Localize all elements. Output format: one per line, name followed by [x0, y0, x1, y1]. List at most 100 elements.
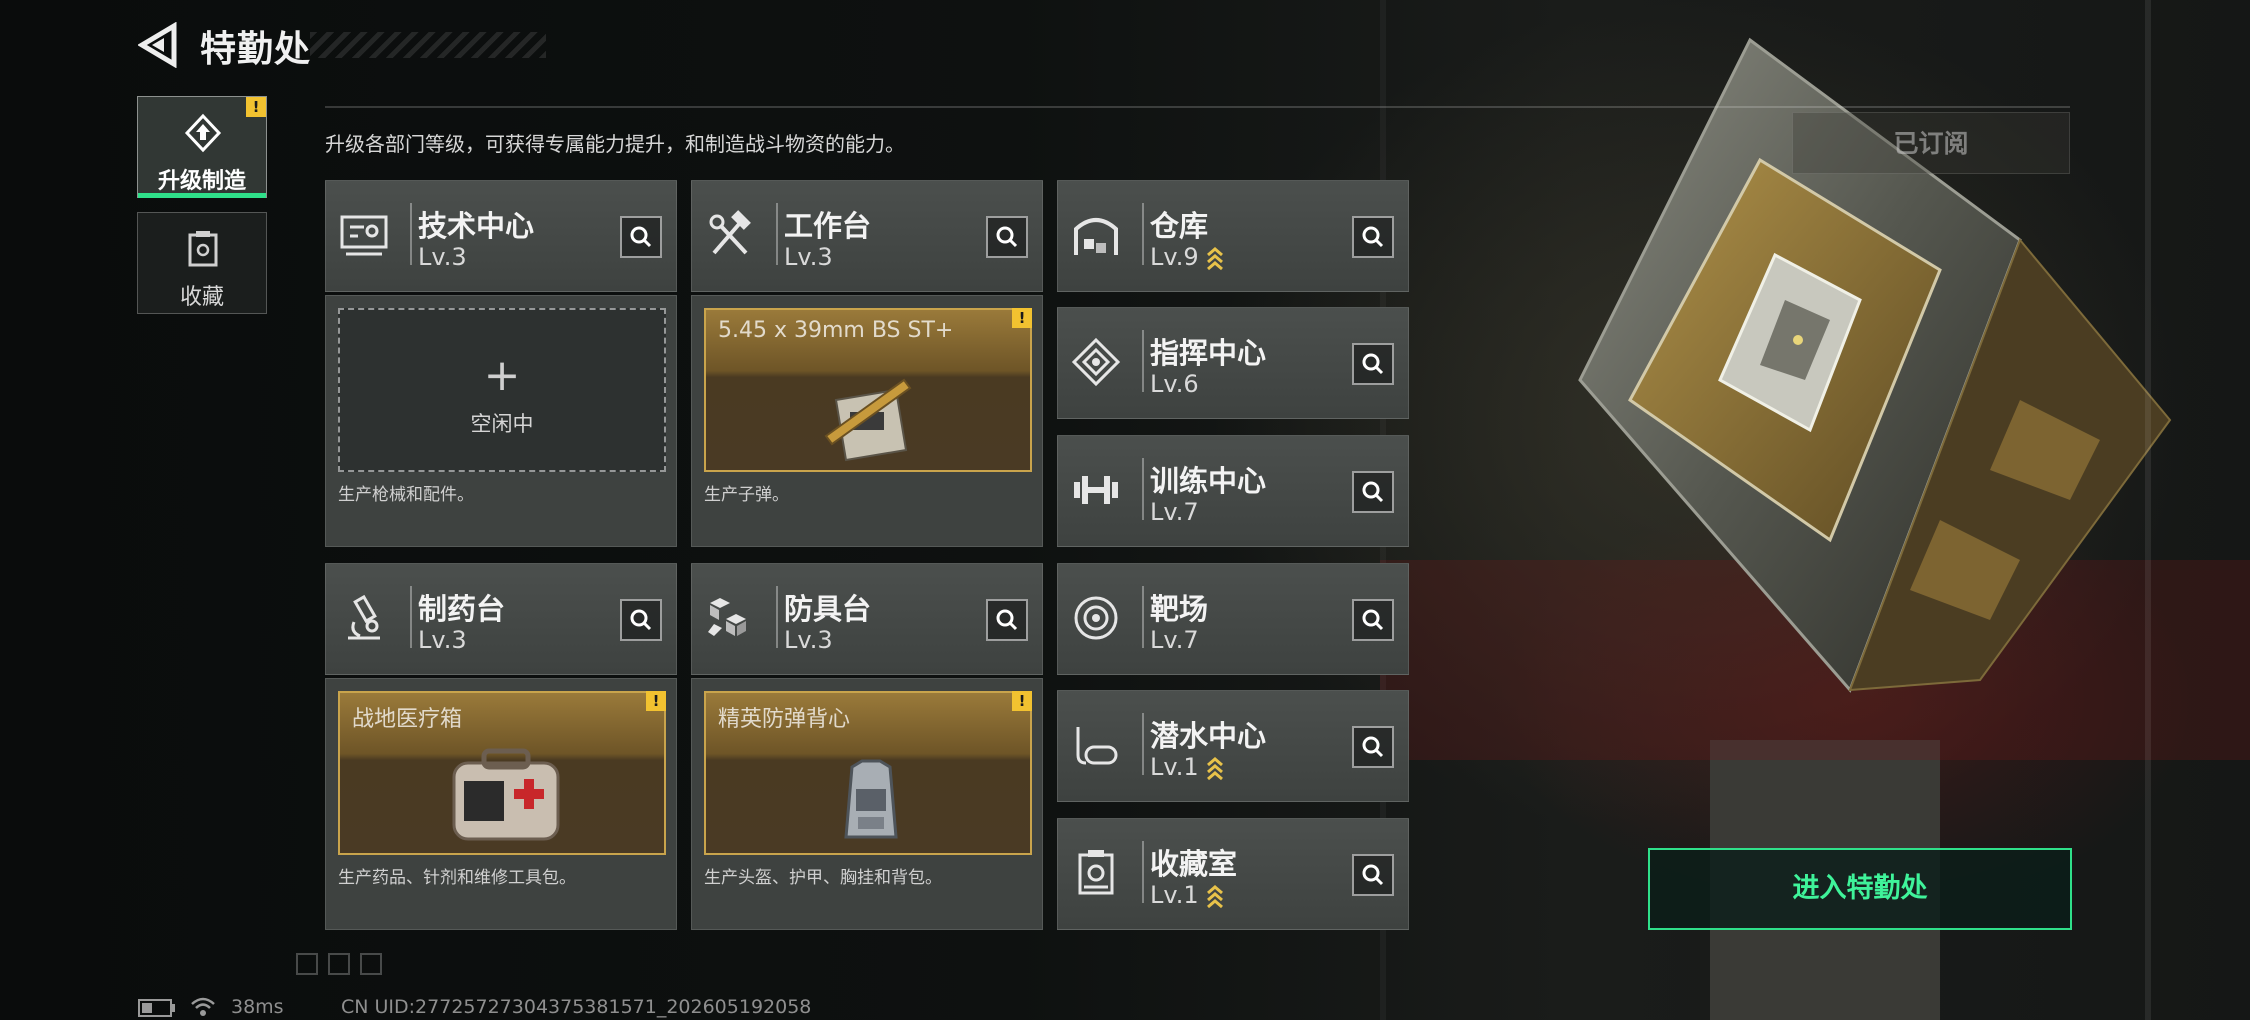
tab-collection[interactable]: 收藏 — [137, 212, 267, 314]
facility-name: 工作台 — [784, 209, 872, 243]
search-button[interactable] — [986, 599, 1028, 641]
ammo-box-icon — [824, 378, 912, 462]
facility-warehouse[interactable]: 仓库 Lv.9 — [1057, 180, 1409, 292]
facility-diving-center[interactable]: 潜水中心 Lv.1 — [1057, 690, 1409, 802]
head-divider — [410, 203, 412, 265]
production-description: 生产药品、针剂和维修工具包。 — [338, 868, 576, 888]
collection-room-icon — [1078, 850, 1114, 895]
facility-command-center[interactable]: 指挥中心 Lv.6 — [1057, 307, 1409, 419]
facility-tech-center[interactable]: 技术中心 Lv.3 — [325, 180, 677, 292]
head-divider — [410, 586, 412, 648]
search-icon — [1362, 353, 1384, 375]
command-chip-icon — [1071, 337, 1121, 387]
search-button[interactable] — [1352, 726, 1394, 768]
cubes-icon — [708, 598, 746, 636]
search-icon — [1362, 864, 1384, 886]
search-button[interactable] — [1352, 343, 1394, 385]
level-upgrade-chevron-icon — [1207, 247, 1223, 271]
dumbbell-icon — [1074, 476, 1118, 504]
page-description: 升级各部门等级，可获得专属能力提升，和制造战斗物资的能力。 — [325, 132, 905, 156]
facility-name: 靶场 — [1150, 592, 1209, 626]
search-icon — [1362, 481, 1384, 503]
vest-icon — [844, 759, 898, 839]
search-button[interactable] — [1352, 216, 1394, 258]
idle-label: 空闲中 — [470, 412, 534, 436]
search-button[interactable] — [1352, 854, 1394, 896]
facility-armor-bench[interactable]: 防具台 Lv.3 — [691, 563, 1043, 675]
tab-upgrade-craft-label: 升级制造 — [157, 169, 246, 194]
idle-slot[interactable]: + 空闲中 — [338, 308, 666, 472]
wifi-icon — [191, 997, 215, 1016]
target-icon — [1074, 596, 1118, 640]
search-icon — [996, 609, 1018, 631]
search-button[interactable] — [1352, 471, 1394, 513]
facility-name: 仓库 — [1150, 209, 1209, 243]
facility-level: Lv.3 — [418, 626, 467, 654]
search-icon — [1362, 736, 1384, 758]
search-button[interactable] — [620, 216, 662, 258]
alert-badge: ! — [1012, 308, 1032, 328]
facility-name: 指挥中心 — [1150, 336, 1267, 370]
level-upgrade-chevron-icon — [1207, 757, 1223, 781]
tab-upgrade-craft[interactable]: 升级制造 ! — [137, 96, 267, 198]
facility-shooting-range[interactable]: 靶场 Lv.7 — [1057, 563, 1409, 675]
head-divider — [1142, 458, 1144, 520]
enter-special-ops-button[interactable]: 进入特勤处 — [1648, 848, 2072, 930]
item-name: 精英防弹背心 — [718, 707, 851, 732]
battery-icon — [138, 999, 175, 1017]
production-description: 生产头盔、护甲、胸挂和背包。 — [704, 868, 942, 888]
search-icon — [630, 226, 652, 248]
ping-readout: 38ms — [231, 996, 284, 1018]
search-icon — [1362, 226, 1384, 248]
production-slot[interactable]: 精英防弹背心 ! — [704, 691, 1032, 855]
microscope-icon — [348, 594, 380, 640]
head-divider — [776, 586, 778, 648]
facility-name: 防具台 — [784, 592, 872, 626]
search-button[interactable] — [620, 599, 662, 641]
back-arrow-icon[interactable] — [138, 22, 180, 68]
page-title: 特勤处 — [200, 29, 312, 70]
production-panel-armor-bench: 精英防弹背心 ! 生产头盔、护甲、胸挂和背包。 — [691, 678, 1043, 930]
facility-level: Lv.1 — [1150, 881, 1199, 909]
production-panel-workbench: 5.45 x 39mm BS ST+ ! 生产子弹。 — [691, 295, 1043, 547]
facility-name: 潜水中心 — [1150, 719, 1267, 753]
medkit-icon — [452, 748, 560, 841]
facility-level: Lv.7 — [1150, 626, 1199, 654]
facility-name: 训练中心 — [1150, 464, 1267, 498]
facility-level: Lv.6 — [1150, 370, 1199, 398]
facility-level: Lv.9 — [1150, 243, 1199, 271]
facility-collection-room[interactable]: 收藏室 Lv.1 — [1057, 818, 1409, 930]
facility-level: Lv.7 — [1150, 498, 1199, 526]
search-button[interactable] — [986, 216, 1028, 258]
facility-level: Lv.1 — [1150, 753, 1199, 781]
add-production-plus: + — [483, 350, 521, 401]
production-description: 生产枪械和配件。 — [338, 485, 474, 505]
alert-badge: ! — [646, 691, 666, 711]
facility-pharmacy[interactable]: 制药台 Lv.3 — [325, 563, 677, 675]
item-name: 战地医疗箱 — [352, 707, 463, 732]
head-divider — [1142, 713, 1144, 775]
production-slot[interactable]: 战地医疗箱 ! — [338, 691, 666, 855]
search-icon — [1362, 609, 1384, 631]
level-upgrade-chevron-icon — [1207, 885, 1223, 909]
search-button[interactable] — [1352, 599, 1394, 641]
search-icon — [996, 226, 1018, 248]
production-description: 生产子弹。 — [704, 485, 789, 505]
head-divider — [1142, 586, 1144, 648]
header-divider — [325, 106, 2070, 108]
facility-training-center[interactable]: 训练中心 Lv.7 — [1057, 435, 1409, 547]
production-panel-tech-center: + 空闲中 生产枪械和配件。 — [325, 295, 677, 547]
active-tab-indicator — [138, 193, 266, 198]
facility-level: Lv.3 — [418, 243, 467, 271]
facility-workbench[interactable]: 工作台 Lv.3 — [691, 180, 1043, 292]
upgrade-icon — [184, 113, 222, 153]
collection-icon — [188, 231, 218, 267]
facility-name: 收藏室 — [1150, 847, 1238, 881]
diving-mask-icon — [1076, 727, 1118, 765]
production-slot[interactable]: 5.45 x 39mm BS ST+ ! — [704, 308, 1032, 472]
subscribed-button[interactable]: 已订阅 — [1792, 112, 2070, 174]
decorative-marks — [296, 953, 382, 975]
head-divider — [1142, 330, 1144, 392]
title-decoration — [310, 32, 546, 58]
tab-collection-label: 收藏 — [179, 285, 224, 310]
